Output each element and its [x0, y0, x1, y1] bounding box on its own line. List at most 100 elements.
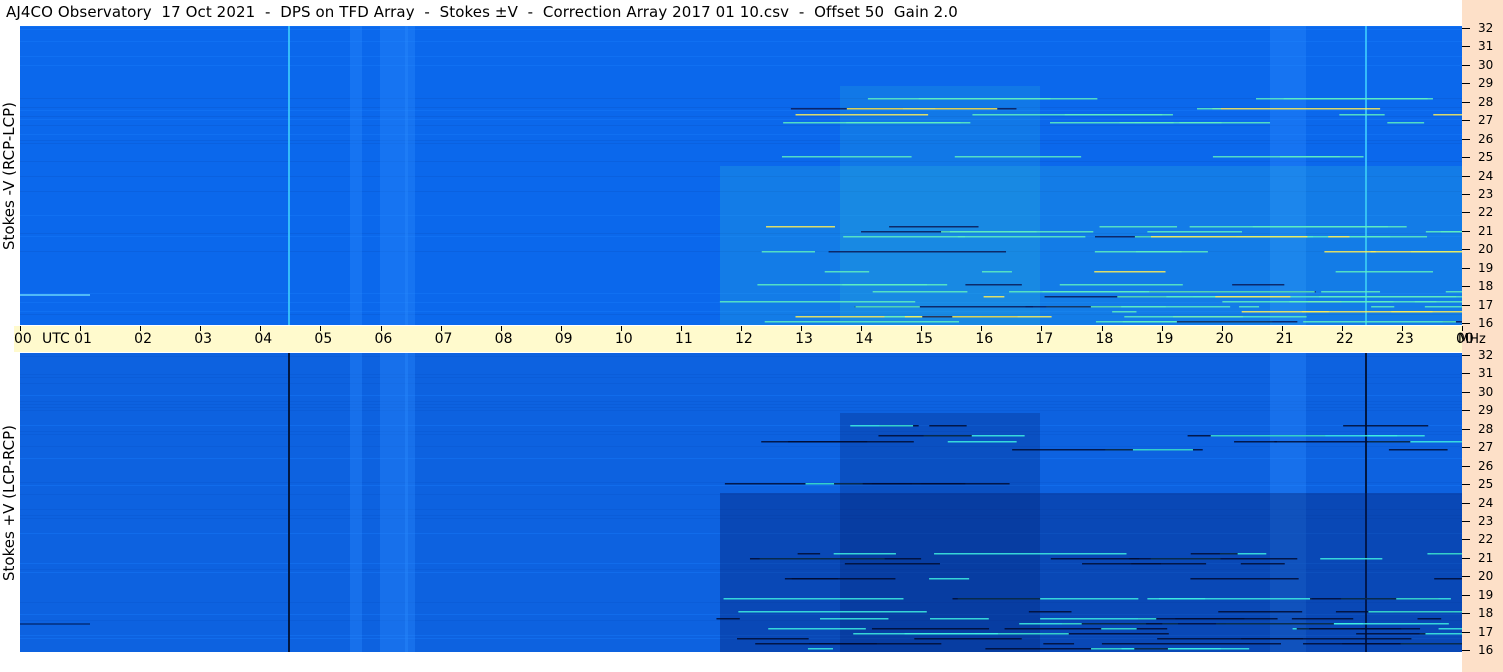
spectrogram-bottom: [20, 353, 1462, 652]
top-panel-label-text: Stokes -V (RCP-LCP): [0, 101, 18, 250]
burst-streak: [819, 618, 889, 620]
freq-tick-label: 23: [1478, 513, 1494, 528]
burst-streak: [1274, 441, 1411, 443]
burst-streak: [1176, 321, 1298, 323]
burst-streak: [934, 553, 1127, 555]
burst-streak: [1147, 231, 1243, 233]
freq-band: [20, 410, 1462, 411]
freq-tick-label: 29: [1478, 403, 1494, 418]
burst-streak: [867, 98, 1051, 100]
burst-streak: [20, 623, 90, 625]
burst-streak: [904, 633, 1069, 635]
burst-streak: [1134, 648, 1168, 650]
time-tick-label: 15: [915, 331, 934, 347]
burst-streak: [1387, 122, 1425, 124]
interference-column: [405, 26, 415, 325]
time-tick-label: 19: [1155, 331, 1174, 347]
burst-streak: [1324, 251, 1376, 253]
freq-band: [20, 377, 1462, 378]
freq-tick-mark: [1462, 28, 1470, 29]
freq-band: [20, 134, 1462, 135]
burst-streak: [1310, 598, 1397, 600]
freq-tick-mark: [1462, 120, 1470, 122]
burst-streak: [1328, 236, 1350, 238]
freq-tick-label: 16: [1478, 643, 1494, 657]
burst-streak: [1215, 296, 1291, 298]
freq-tick-label: 22: [1478, 205, 1494, 220]
burst-streak: [1309, 628, 1421, 630]
burst-streak: [807, 648, 834, 650]
freq-tick-mark: [1462, 46, 1470, 48]
burst-streak: [1040, 618, 1157, 620]
interference-column: [380, 26, 408, 325]
burst-streak: [1414, 301, 1462, 303]
burst-streak: [871, 628, 990, 630]
burst-streak: [1094, 251, 1182, 253]
burst-streak: [983, 296, 1005, 298]
freq-tick-mark: [1462, 304, 1470, 306]
freq-band: [20, 374, 1462, 375]
burst-streak: [1370, 251, 1462, 253]
burst-streak: [723, 598, 904, 600]
time-tick-label: 18: [1095, 331, 1114, 347]
burst-streak: [828, 251, 1007, 253]
time-tick-label: 13: [795, 331, 813, 347]
time-tick-label: 16: [975, 331, 994, 347]
burst-streak: [1438, 628, 1462, 630]
burst-streak: [1368, 611, 1462, 613]
freq-tick-label: 32: [1478, 21, 1494, 35]
burst-streak: [749, 558, 922, 560]
burst-streak: [1049, 122, 1174, 124]
freq-band: [20, 98, 1462, 99]
burst-streak: [783, 122, 961, 124]
burst-streak: [1240, 563, 1285, 565]
freq-tick-mark: [1462, 267, 1470, 269]
burst-streak: [795, 114, 929, 116]
burst-streak: [914, 638, 1022, 640]
freq-band: [20, 119, 1462, 120]
time-tick-label: 09: [554, 331, 573, 347]
burst-streak: [1427, 553, 1462, 555]
burst-streak: [764, 321, 959, 323]
burst-streak: [1179, 122, 1222, 124]
freq-tick-label: 18: [1478, 279, 1494, 294]
burst-streak: [1313, 623, 1449, 625]
freq-band: [20, 107, 1462, 108]
freq-tick-mark: [1462, 64, 1470, 66]
freq-tick-mark: [1462, 576, 1470, 578]
burst-streak: [824, 271, 870, 273]
time-tick-label: 14: [855, 331, 873, 347]
time-tick-label: 02: [134, 331, 152, 347]
burst-streak: [1419, 633, 1462, 635]
freq-tick-label: 19: [1478, 260, 1494, 275]
freq-tick-mark: [1462, 465, 1470, 467]
freq-band: [20, 26, 1462, 27]
freq-band: [20, 431, 1462, 432]
interference-column: [350, 353, 362, 652]
time-tick-label: 03: [194, 331, 213, 347]
time-tick-label: 11: [674, 331, 693, 347]
burst-streak: [843, 236, 966, 238]
freq-tick-label: 28: [1478, 421, 1494, 436]
burst-streak: [788, 441, 868, 443]
freq-band: [20, 143, 1462, 144]
freq-tick-mark: [1462, 484, 1470, 486]
burst-streak: [878, 435, 972, 437]
burst-streak: [20, 294, 90, 296]
freq-tick-mark: [1462, 557, 1470, 559]
burst-streak: [855, 306, 920, 308]
freq-tick-label: 23: [1478, 186, 1494, 201]
burst-streak: [929, 578, 970, 580]
freq-tick-mark: [1462, 101, 1470, 103]
burst-streak: [929, 618, 989, 620]
freq-band: [20, 161, 1462, 162]
burst-streak: [1157, 638, 1303, 640]
freq-band: [20, 458, 1462, 459]
freq-tick-mark: [1462, 410, 1470, 412]
freq-tick-label: 24: [1478, 495, 1494, 510]
unit-label: MHz: [1458, 332, 1486, 347]
freq-tick-label: 22: [1478, 532, 1494, 547]
burst-streak: [1147, 598, 1206, 600]
burst-streak: [1189, 226, 1388, 228]
burst-streak: [1234, 441, 1277, 443]
